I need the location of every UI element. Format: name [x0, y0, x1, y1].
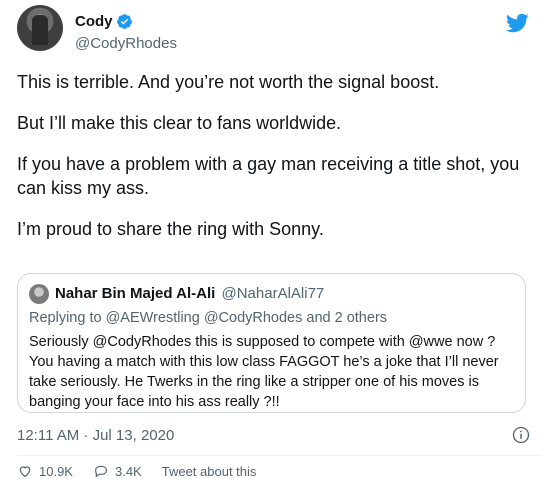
tweet-about-label: Tweet about this [161, 463, 257, 479]
quoted-text: Seriously @CodyRhodes this is supposed t… [29, 334, 499, 410]
like-icon [19, 466, 31, 478]
like-action[interactable]: 10.9K [17, 463, 73, 479]
like-count: 10.9K [39, 463, 73, 479]
reply-icon [95, 465, 107, 478]
quoted-display-name: Nahar Bin Majed Al-Ali [55, 285, 216, 302]
tweet-paragraph: But I’ll make this clear to fans worldwi… [17, 113, 342, 133]
verified-badge-icon [116, 14, 132, 29]
tweet-card: Cody @CodyRhodes This is terrible. And y… [0, 0, 542, 479]
reply-count: 3.4K [114, 463, 142, 479]
tweet-about-link[interactable]: Tweet about this [162, 463, 257, 479]
action-bar: 10.9K 3.4K Tweet about this [17, 463, 256, 479]
reply-action[interactable]: 3.4K [93, 463, 142, 479]
author-name-row: Cody [75, 13, 133, 30]
author-avatar[interactable] [17, 5, 63, 51]
quoted-tweet[interactable]: Nahar Bin Majed Al-Ali @NaharAlAli77 Rep… [17, 273, 526, 413]
tweet-timestamp[interactable]: 12:11 AM · Jul 13, 2020 [17, 427, 174, 444]
tweet-paragraph: If you have a problem with a gay man rec… [17, 154, 520, 198]
twitter-bird-icon[interactable] [505, 11, 529, 35]
quoted-handle: @NaharAlAli77 [221, 285, 325, 302]
tweet-paragraph: This is terrible. And you’re not worth t… [17, 72, 440, 92]
author-handle[interactable]: @CodyRhodes [75, 35, 177, 52]
quoted-reply-line: Replying to @AEWrestling @CodyRhodes and… [29, 310, 388, 326]
author-display-name[interactable]: Cody [75, 13, 113, 30]
tweet-body: This is terrible. And you’re not worth t… [17, 70, 527, 258]
quoted-author-row: Nahar Bin Majed Al-Ali @NaharAlAli77 [55, 285, 324, 302]
info-icon[interactable] [511, 425, 531, 445]
tweet-paragraph: I’m proud to share the ring with Sonny. [17, 219, 324, 239]
quoted-author-avatar [29, 284, 49, 304]
divider [17, 455, 542, 456]
